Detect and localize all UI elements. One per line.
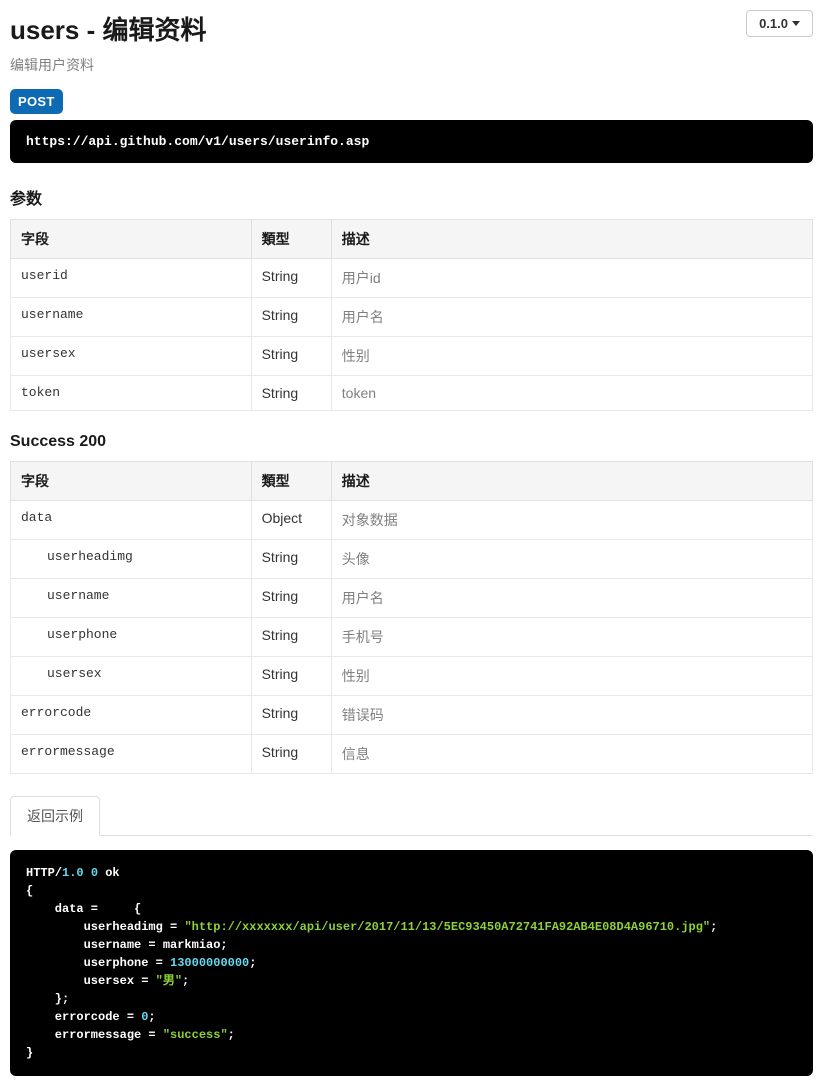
- col-type: 類型: [251, 220, 331, 259]
- field-cell: usersex: [11, 657, 252, 696]
- field-cell: username: [11, 298, 252, 337]
- col-field: 字段: [11, 220, 252, 259]
- type-cell: String: [251, 735, 331, 774]
- desc-cell: 性别: [331, 657, 812, 696]
- table-row: dataObject对象数据: [11, 501, 813, 540]
- field-cell: userphone: [11, 618, 252, 657]
- http-method-badge: POST: [10, 89, 63, 114]
- desc-cell: 头像: [331, 540, 812, 579]
- version-dropdown[interactable]: 0.1.0: [746, 10, 813, 37]
- response-example-code: HTTP/1.0 0 ok { data = { userheadimg = "…: [10, 850, 813, 1076]
- type-cell: Object: [251, 501, 331, 540]
- subtitle: 编辑用户资料: [10, 55, 813, 75]
- field-cell: errorcode: [11, 696, 252, 735]
- type-cell: String: [251, 259, 331, 298]
- desc-cell: 用户名: [331, 579, 812, 618]
- type-cell: String: [251, 657, 331, 696]
- version-label: 0.1.0: [759, 16, 788, 31]
- table-row: usernameString用户名: [11, 298, 813, 337]
- desc-cell: 用户id: [331, 259, 812, 298]
- col-desc: 描述: [331, 462, 812, 501]
- field-cell: token: [11, 376, 252, 411]
- field-cell: usersex: [11, 337, 252, 376]
- params-heading: 参数: [10, 185, 813, 209]
- desc-cell: 手机号: [331, 618, 812, 657]
- tab-response-example[interactable]: 返回示例: [10, 796, 100, 836]
- request-url: https://api.github.com/v1/users/userinfo…: [10, 120, 813, 163]
- success-table: 字段 類型 描述 dataObject对象数据userheadimgString…: [10, 461, 813, 774]
- desc-cell: 错误码: [331, 696, 812, 735]
- desc-cell: 性别: [331, 337, 812, 376]
- type-cell: String: [251, 298, 331, 337]
- page-title: users - 编辑资料: [10, 10, 207, 47]
- field-cell: data: [11, 501, 252, 540]
- desc-cell: token: [331, 376, 812, 411]
- desc-cell: 用户名: [331, 298, 812, 337]
- desc-cell: 信息: [331, 735, 812, 774]
- table-row: tokenStringtoken: [11, 376, 813, 411]
- field-cell: userid: [11, 259, 252, 298]
- table-row: usersexString性别: [11, 657, 813, 696]
- col-desc: 描述: [331, 220, 812, 259]
- params-table: 字段 類型 描述 useridString用户idusernameString用…: [10, 219, 813, 411]
- type-cell: String: [251, 540, 331, 579]
- col-type: 類型: [251, 462, 331, 501]
- type-cell: String: [251, 618, 331, 657]
- success-heading: Success 200: [10, 433, 813, 451]
- desc-cell: 对象数据: [331, 501, 812, 540]
- type-cell: String: [251, 376, 331, 411]
- type-cell: String: [251, 696, 331, 735]
- table-row: errorcodeString错误码: [11, 696, 813, 735]
- field-cell: username: [11, 579, 252, 618]
- chevron-down-icon: [792, 21, 800, 26]
- field-cell: userheadimg: [11, 540, 252, 579]
- example-tabs: 返回示例: [10, 796, 813, 836]
- table-row: useridString用户id: [11, 259, 813, 298]
- table-row: usersexString性别: [11, 337, 813, 376]
- type-cell: String: [251, 579, 331, 618]
- field-cell: errormessage: [11, 735, 252, 774]
- type-cell: String: [251, 337, 331, 376]
- table-row: usernameString用户名: [11, 579, 813, 618]
- table-row: errormessageString信息: [11, 735, 813, 774]
- col-field: 字段: [11, 462, 252, 501]
- table-row: userphoneString手机号: [11, 618, 813, 657]
- table-row: userheadimgString头像: [11, 540, 813, 579]
